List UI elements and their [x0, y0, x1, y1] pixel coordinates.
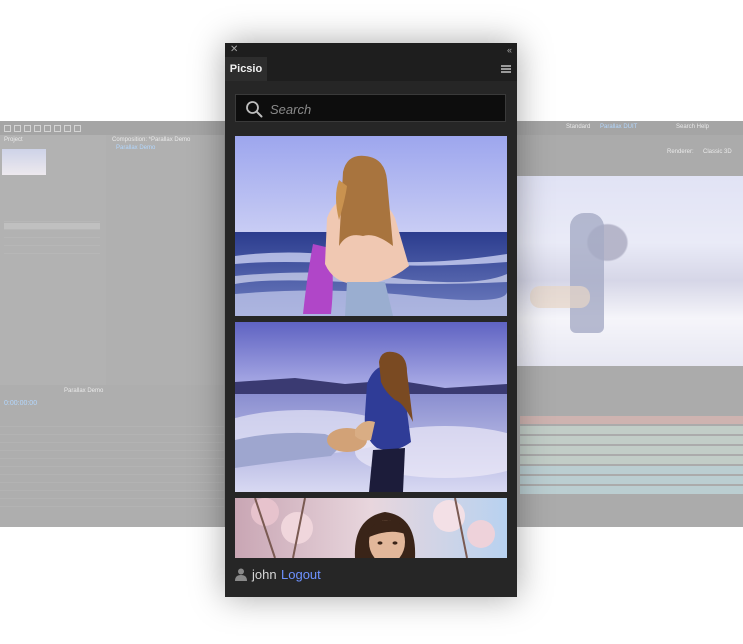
tool-icon [34, 125, 41, 132]
search-help: Search Help [676, 124, 710, 130]
layer-row [0, 459, 224, 467]
timeline-track [520, 436, 743, 444]
project-row [4, 215, 100, 222]
search-input[interactable] [268, 99, 502, 119]
layer-row [0, 427, 224, 435]
viewer-preview-image [517, 176, 743, 366]
panel-titlebar: ✕ ‹‹ [225, 43, 517, 57]
tool-icon [14, 125, 21, 132]
clouds-photo [235, 322, 507, 492]
project-thumbnail [2, 149, 46, 175]
timeline-track [520, 486, 743, 494]
tool-icon [74, 125, 81, 132]
layer-row [0, 491, 224, 499]
tool-icon [4, 125, 11, 132]
layer-row [0, 499, 224, 507]
tool-icon [24, 125, 31, 132]
project-row [4, 239, 100, 246]
layer-row [0, 419, 224, 427]
renderer-value: Classic 3D [703, 149, 732, 155]
timeline-tab: Parallax Demo [64, 388, 104, 394]
result-image-clouds[interactable] [235, 322, 507, 492]
workspace-label: Standard [566, 124, 591, 130]
blossoms-photo [235, 498, 507, 558]
timecode: 0:00:00:00 [4, 400, 38, 407]
renderer-label: Renderer: [667, 149, 694, 155]
composition-tab: Composition: *Parallax Demo [112, 137, 191, 143]
project-row [4, 223, 100, 230]
timeline-track [520, 456, 743, 464]
timeline-track [520, 466, 743, 474]
result-image-beach[interactable] [235, 136, 507, 316]
tool-icon [54, 125, 61, 132]
project-row [4, 231, 100, 238]
tool-icon [44, 125, 51, 132]
viewer-figure [570, 213, 604, 333]
layer-row [0, 475, 224, 483]
project-tab: Project [4, 137, 23, 143]
layer-row [0, 483, 224, 491]
layer-row [0, 467, 224, 475]
panel-tabbar: Picsio [225, 57, 517, 81]
layer-row [0, 443, 224, 451]
user-icon [235, 568, 247, 581]
collapse-icon[interactable]: ‹‹ [507, 43, 512, 57]
tab-picsio[interactable]: Picsio [225, 57, 267, 81]
search-icon [246, 101, 263, 118]
menu-icon[interactable] [501, 65, 511, 73]
close-icon[interactable]: ✕ [230, 43, 238, 57]
timeline-track [520, 426, 743, 434]
layer-row [0, 451, 224, 459]
username: john [252, 567, 277, 582]
comp-name: Parallax Demo [116, 145, 156, 151]
project-panel: Project [0, 135, 107, 385]
results-list [235, 136, 507, 558]
viewer-hand [530, 286, 590, 308]
result-image-blossoms[interactable] [235, 498, 507, 558]
logout-link[interactable]: Logout [281, 565, 321, 585]
project-row [4, 247, 100, 254]
beach-photo [235, 136, 507, 316]
picsio-panel: ✕ ‹‹ Picsio Search john Logout [225, 43, 517, 597]
tool-icon [64, 125, 71, 132]
timeline-track [520, 476, 743, 484]
workspace-active: Parallax DUIT [600, 124, 638, 130]
layer-row [0, 435, 224, 443]
timeline-track [520, 416, 743, 424]
timeline-track [520, 446, 743, 454]
composition-panel: Composition: *Parallax Demo Parallax Dem… [106, 135, 225, 385]
search-box[interactable] [235, 94, 506, 122]
